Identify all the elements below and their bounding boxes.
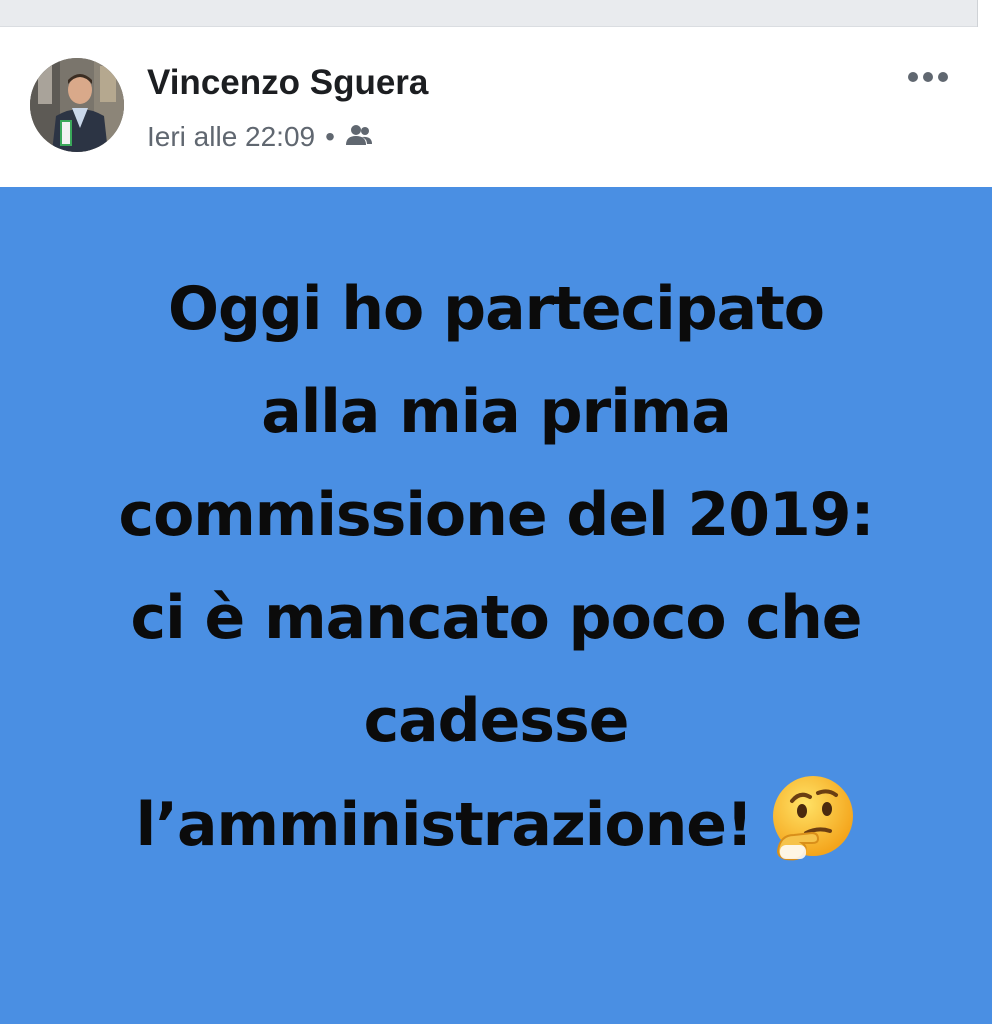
- post-line-2: alla mia prima: [261, 377, 732, 447]
- post-line-5: cadesse: [363, 686, 630, 756]
- thinking-face-emoji: [766, 773, 856, 895]
- post-text: Oggi ho partecipato alla mia prima commi…: [46, 258, 946, 895]
- friends-icon: [345, 121, 373, 153]
- meta-separator: •: [325, 121, 335, 152]
- avatar-photo: [30, 58, 124, 152]
- author-name[interactable]: Vincenzo Sguera: [147, 63, 428, 103]
- post-line-3: commissione del 2019:: [118, 480, 875, 550]
- post-content[interactable]: Oggi ho partecipato alla mia prima commi…: [0, 187, 992, 1024]
- post-line-6: l’amministrazione!: [135, 790, 754, 860]
- avatar[interactable]: [30, 58, 124, 152]
- post-header: Vincenzo Sguera Ieri alle 22:09 •: [0, 27, 992, 185]
- post-timestamp[interactable]: Ieri alle 22:09: [147, 121, 315, 153]
- top-strip: [0, 0, 992, 40]
- post-line-6-wrap: l’amministrazione!: [46, 773, 946, 895]
- post-line-4: ci è mancato poco che: [130, 583, 863, 653]
- post-meta: Ieri alle 22:09 •: [147, 121, 373, 153]
- post-line-1: Oggi ho partecipato: [167, 274, 825, 344]
- more-options-icon[interactable]: [906, 67, 950, 87]
